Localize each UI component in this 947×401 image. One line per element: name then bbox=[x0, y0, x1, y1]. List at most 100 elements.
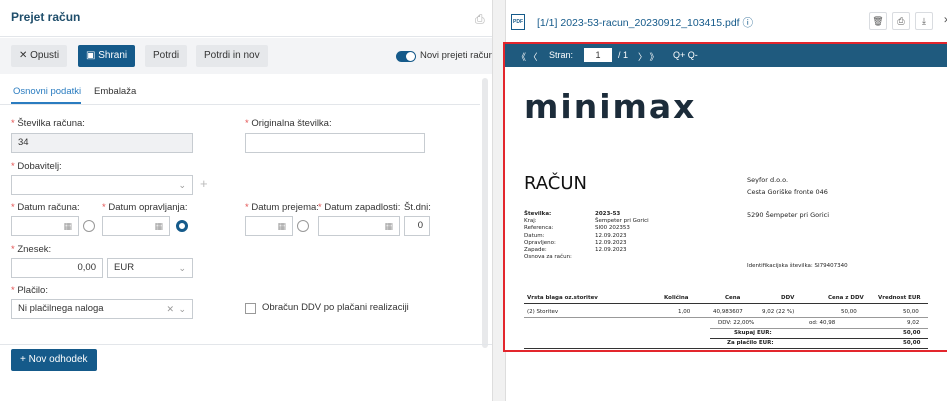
invoice-number-label: * Številka računa: bbox=[11, 118, 85, 129]
minimax-logo: minimax bbox=[524, 87, 697, 126]
original-number-field[interactable] bbox=[245, 133, 425, 153]
confirm-button[interactable]: Potrdi bbox=[145, 45, 188, 67]
document-title: RAČUN bbox=[524, 173, 587, 194]
summary-total-label: Skupaj EUR: bbox=[734, 330, 772, 336]
save-button[interactable]: ▣ Shrani bbox=[78, 45, 136, 67]
page-number-input[interactable]: 1 bbox=[584, 48, 612, 62]
new-expense-button[interactable]: + Nov odhodek bbox=[11, 349, 97, 371]
page-total: / 1 bbox=[618, 50, 629, 60]
original-number-label: * Originalna številka: bbox=[245, 118, 332, 129]
cancel-button[interactable]: ✕ Opusti bbox=[11, 45, 68, 67]
close-icon[interactable]: ✕ bbox=[938, 12, 947, 30]
table-cell: 40,983607 bbox=[713, 309, 743, 315]
supplier-select[interactable]: ⌄ bbox=[11, 175, 193, 195]
pdf-viewer: 《 〈 Stran: 1 / 1 〉 》 Q+ Q- minimax RAČUN… bbox=[503, 42, 947, 352]
currency-value: EUR bbox=[114, 262, 135, 273]
company-city: 5290 Šempeter pri Gorici bbox=[747, 211, 830, 219]
table-cell: 9,02 (22 %) bbox=[762, 309, 795, 315]
table-header: Količina bbox=[664, 295, 689, 301]
divider bbox=[0, 104, 480, 105]
table-cell: 50,00 bbox=[903, 309, 919, 315]
table-header: Vrednost EUR bbox=[878, 295, 921, 301]
tab-basic-data[interactable]: Osnovni podatki bbox=[13, 86, 81, 97]
table-rule bbox=[524, 303, 928, 304]
clear-icon[interactable]: ✕ bbox=[166, 300, 174, 318]
pdf-viewer-toolbar: 《 〈 Stran: 1 / 1 〉 》 Q+ Q- bbox=[505, 44, 947, 67]
add-supplier-icon[interactable]: + bbox=[200, 176, 208, 191]
table-cell: 50,00 bbox=[841, 309, 857, 315]
due-date-label: * Datum zapadlosti: bbox=[318, 202, 401, 213]
print-icon[interactable]: ⎙ bbox=[892, 12, 910, 30]
confirm-new-button[interactable]: Potrdi in nov bbox=[196, 45, 268, 67]
vat-id: Identifikacijska številka: SI79407340 bbox=[747, 263, 848, 269]
meta-labels: Številka: Kraj: Referenca: Datum: Opravl… bbox=[524, 211, 572, 261]
summary-total-value: 50,00 bbox=[903, 330, 921, 336]
invoice-form-pane: Prejet račun ⎙ ✕ Opusti ▣ Shrani Potrdi … bbox=[0, 0, 496, 401]
calendar-icon: ▦ bbox=[154, 221, 163, 231]
service-date-radio[interactable] bbox=[176, 220, 188, 232]
company-street: Cesta Goriške fronte 046 bbox=[747, 188, 828, 196]
meta-values: 2023-53 Šempeter pri Gorici SI00 202353 … bbox=[595, 211, 649, 254]
service-date-label: * Datum opravljanja: bbox=[102, 202, 188, 213]
print-icon[interactable]: ⎙ bbox=[475, 12, 485, 27]
days-label: Št.dni: bbox=[404, 202, 431, 213]
next-page-icons[interactable]: 〉 》 bbox=[638, 50, 659, 63]
new-invoices-toggle[interactable] bbox=[396, 51, 416, 62]
download-icon[interactable]: ⤓ bbox=[915, 12, 933, 30]
due-date-field[interactable]: ▦ bbox=[318, 216, 400, 236]
chevron-down-icon: ⌄ bbox=[178, 263, 186, 273]
invoice-number-field[interactable]: 34 bbox=[11, 133, 193, 153]
amount-field[interactable]: 0,00 bbox=[11, 258, 103, 278]
table-header: Vrsta blaga oz.storitev bbox=[527, 295, 598, 301]
chevron-down-icon: ⌄ bbox=[178, 304, 186, 314]
table-header: Cena bbox=[725, 295, 741, 301]
page-title: Prejet račun bbox=[11, 10, 81, 24]
summary-ddv-value: 9,02 bbox=[907, 320, 920, 326]
divider bbox=[0, 344, 492, 345]
receipt-date-label: * Datum prejema: bbox=[245, 202, 319, 213]
delete-icon[interactable]: 🗑 bbox=[869, 12, 887, 30]
invoice-date-field[interactable]: ▦ bbox=[11, 216, 79, 236]
pdf-page: minimax RAČUN Seyfor d.o.o. Cesta Gorišk… bbox=[505, 67, 947, 350]
table-header: Cena z DDV bbox=[828, 295, 864, 301]
company-name: Seyfor d.o.o. bbox=[747, 176, 789, 184]
pdf-file-icon: PDF bbox=[511, 14, 525, 30]
payment-value: Ni plačilnega naloga bbox=[18, 303, 104, 314]
table-rule bbox=[710, 338, 928, 339]
table-rule bbox=[524, 348, 928, 349]
table-rule bbox=[524, 317, 928, 318]
table-header: DDV bbox=[781, 295, 795, 301]
toggle-label: Novi prejeti računi bbox=[420, 50, 497, 61]
calendar-icon: ▦ bbox=[384, 221, 393, 231]
table-cell: 1,00 bbox=[678, 309, 691, 315]
pdf-filename[interactable]: [1/1] 2023-53-racun_20230912_103415.pdf … bbox=[537, 15, 753, 30]
calendar-icon: ▦ bbox=[63, 221, 72, 231]
payment-select[interactable]: Ni plačilnega naloga ✕ ⌄ bbox=[11, 299, 193, 319]
receipt-date-field[interactable]: ▦ bbox=[245, 216, 293, 236]
table-rule bbox=[710, 328, 928, 329]
service-date-field[interactable]: ▦ bbox=[102, 216, 170, 236]
divider bbox=[0, 36, 492, 37]
supplier-label: * Dobavitelj: bbox=[11, 161, 62, 172]
vat-realization-label: Obračun DDV po plačani realizaciji bbox=[262, 302, 409, 313]
zoom-icons[interactable]: Q+ Q- bbox=[673, 50, 698, 60]
invoice-date-radio[interactable] bbox=[83, 220, 95, 232]
chevron-down-icon: ⌄ bbox=[178, 180, 186, 190]
table-cell: (2) Storitev bbox=[527, 309, 559, 315]
summary-ddv-base: od: 40,98 bbox=[809, 320, 836, 326]
summary-pay-value: 50,00 bbox=[903, 340, 921, 346]
calendar-icon: ▦ bbox=[277, 221, 286, 231]
receipt-date-radio[interactable] bbox=[297, 220, 309, 232]
summary-ddv-label: DDV: 22,00% bbox=[718, 320, 755, 326]
form-toolbar: ✕ Opusti ▣ Shrani Potrdi Potrdi in nov N… bbox=[0, 38, 496, 74]
tab-packaging[interactable]: Embalaža bbox=[94, 86, 136, 97]
payment-label: * Plačilo: bbox=[11, 285, 48, 296]
vat-realization-checkbox[interactable] bbox=[245, 303, 256, 314]
prev-page-icons[interactable]: 《 〈 bbox=[517, 50, 538, 63]
form-scrollbar[interactable] bbox=[482, 78, 488, 348]
amount-label: * Znesek: bbox=[11, 244, 52, 255]
summary-pay-label: Za plačilo EUR: bbox=[727, 340, 774, 346]
pdf-preview-pane: PDF [1/1] 2023-53-racun_20230912_103415.… bbox=[503, 0, 947, 401]
days-field[interactable]: 0 bbox=[404, 216, 430, 236]
currency-select[interactable]: EUR ⌄ bbox=[107, 258, 193, 278]
